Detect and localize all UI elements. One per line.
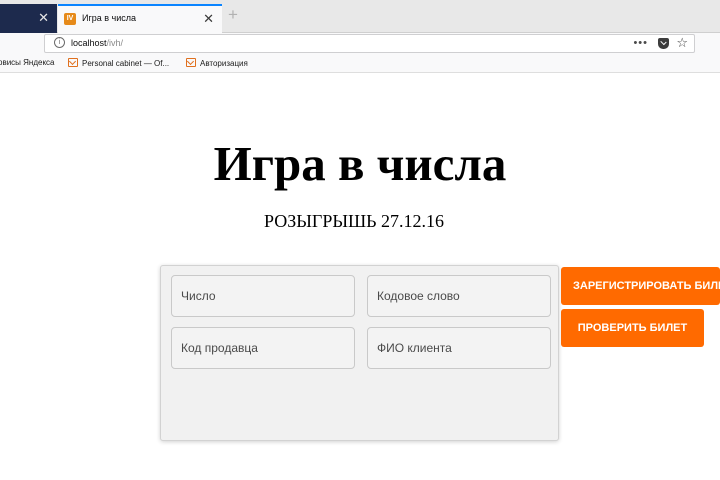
tab-title: Игра в числа <box>82 13 137 23</box>
page-actions-menu-icon[interactable]: ••• <box>633 37 648 49</box>
bookmark-yandex-services[interactable]: рвисы Яндекса <box>0 58 55 67</box>
check-ticket-button[interactable]: ПРОВЕРИТЬ БИЛЕТ <box>561 309 704 347</box>
url-bar[interactable]: i localhost/ivh/ ••• ☆ <box>44 34 695 53</box>
number-input[interactable] <box>171 275 355 317</box>
site-favicon-icon: IV <box>64 13 76 25</box>
ticket-form-panel <box>160 265 559 441</box>
browser-tab-bar: ✕ IV Игра в числа ✕ + <box>0 0 720 33</box>
pocket-icon[interactable] <box>658 38 669 49</box>
bookmark-personal-cabinet[interactable]: Personal cabinet — Of... <box>68 58 169 68</box>
close-tab-icon[interactable]: ✕ <box>203 11 214 27</box>
mail-icon <box>68 58 78 67</box>
url-text[interactable]: localhost/ivh/ <box>71 38 123 48</box>
bookmark-authorization[interactable]: Авторизация <box>186 58 248 68</box>
page-title: Игра в числа <box>213 136 507 191</box>
draw-date-subtitle: РОЗЫГРЫШЬ 27.12.16 <box>263 211 445 231</box>
register-ticket-button[interactable]: ЗАРЕГИСТРИРОВАТЬ БИЛЕТ <box>561 267 720 305</box>
url-host: localhost <box>71 38 107 48</box>
tab-previous[interactable]: ✕ <box>0 4 57 33</box>
mail-icon <box>186 58 196 67</box>
bookmarks-toolbar: рвисы Яндекса Personal cabinet — Of... А… <box>0 54 720 73</box>
client-name-input[interactable] <box>367 327 551 369</box>
bookmark-label: Авторизация <box>200 59 248 68</box>
url-path: /ivh/ <box>106 38 124 48</box>
seller-code-input[interactable] <box>171 327 355 369</box>
bookmark-star-icon[interactable]: ☆ <box>676 35 688 51</box>
site-info-icon[interactable]: i <box>54 37 65 48</box>
bookmark-label: Personal cabinet — Of... <box>82 59 170 68</box>
navigation-bar: i localhost/ivh/ ••• ☆ <box>0 33 720 54</box>
tab-active[interactable]: IV Игра в числа ✕ <box>58 4 222 33</box>
new-tab-icon[interactable]: + <box>228 5 238 25</box>
bookmark-label: рвисы Яндекса <box>0 58 55 67</box>
close-tab-icon[interactable]: ✕ <box>38 10 49 26</box>
code-word-input[interactable] <box>367 275 551 317</box>
